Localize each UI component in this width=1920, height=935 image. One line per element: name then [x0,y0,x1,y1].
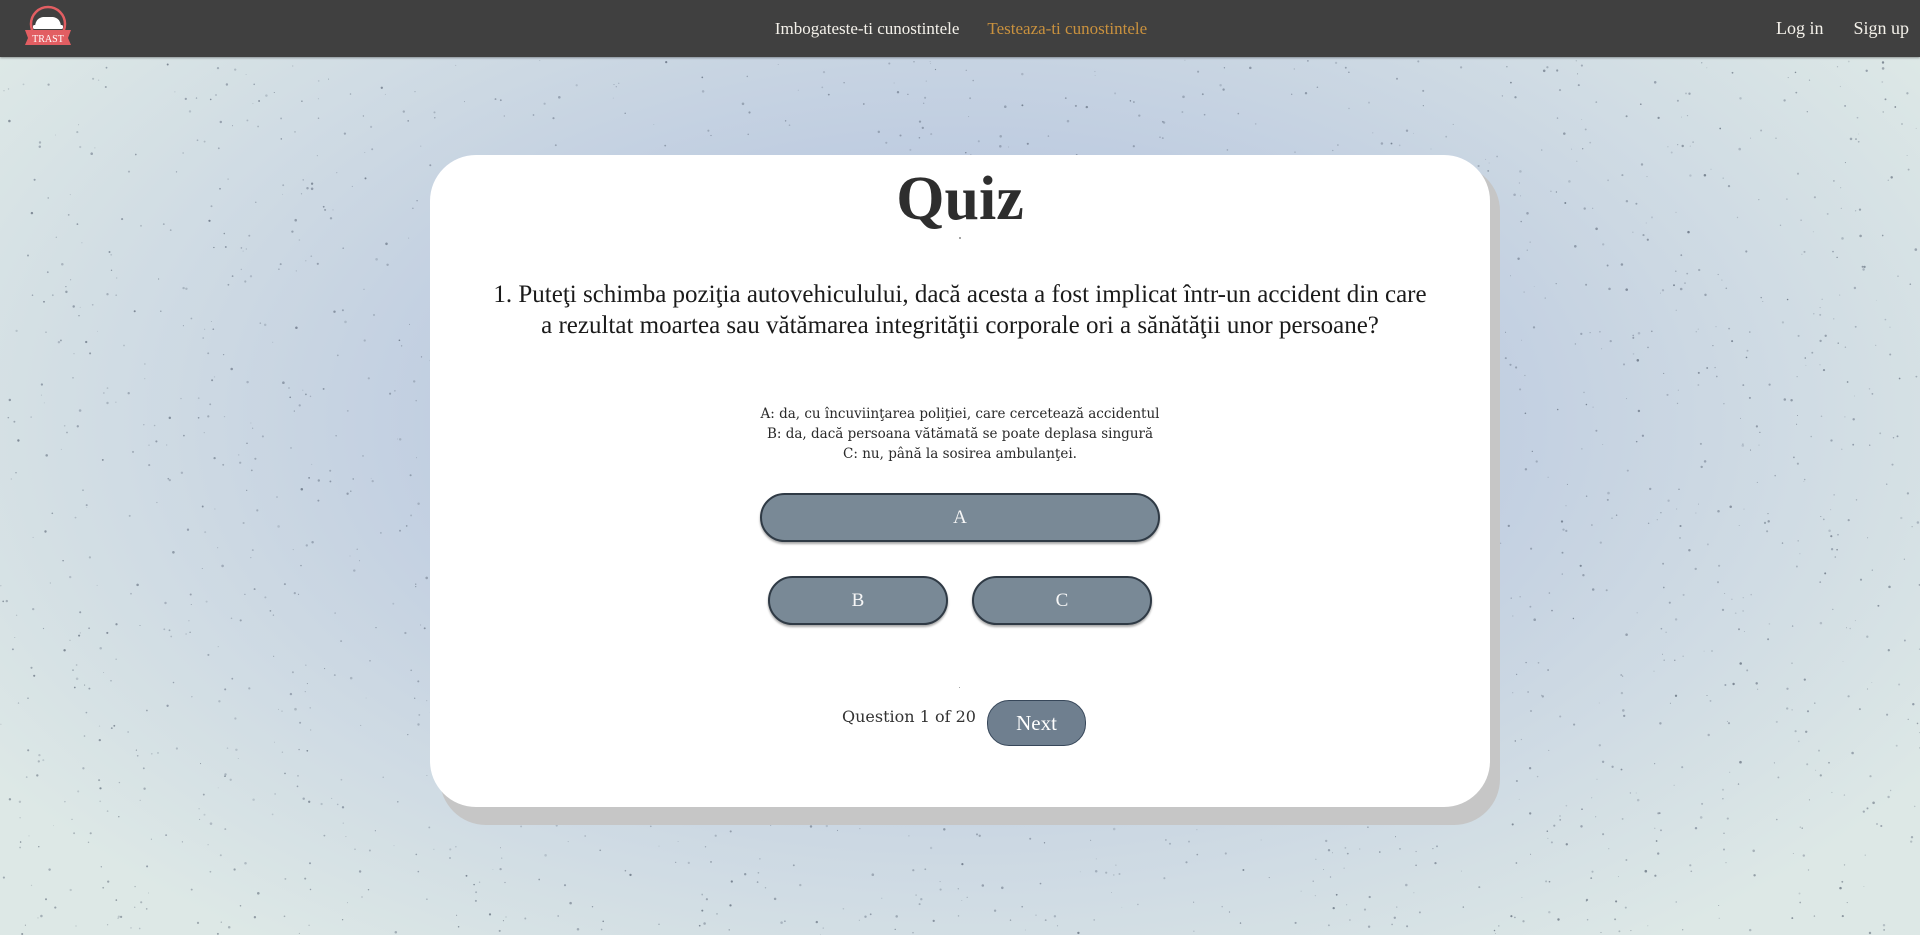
counter-of: of [934,707,951,726]
answer-c-button[interactable]: C [972,576,1152,625]
counter-total: 20 [955,707,976,726]
decorative-dot [959,687,960,688]
counter-current: 1 [919,707,930,726]
answer-b-button[interactable]: B [768,576,948,625]
decorative-dot [959,237,961,239]
option-a-text: A: da, cu încuviinţarea poliţiei, care c… [760,406,1160,422]
signup-link[interactable]: Sign up [1853,18,1909,39]
question-counter: Question 1 of 20 [842,707,976,726]
navbar: TRAST Imbogateste-ti cunostintele Testea… [0,0,1920,57]
quiz-title: Quiz [896,165,1024,233]
next-button[interactable]: Next [987,700,1086,746]
nav-link-test-knowledge[interactable]: Testeaza-ti cunostintele [987,19,1147,39]
question-text: 1. Puteţi schimba poziţia autovehicululu… [493,281,1427,339]
login-link[interactable]: Log in [1776,18,1824,39]
option-c-text: C: nu, până la sosirea ambulanţei. [843,446,1077,462]
nav-link-enrich-knowledge[interactable]: Imbogateste-ti cunostintele [775,19,960,39]
counter-prefix: Question [842,707,915,726]
answer-options-list: A: da, cu încuviinţarea poliţiei, care c… [640,404,1280,464]
option-b-text: B: da, dacă persoana vătămată se poate d… [766,426,1154,442]
answer-a-button[interactable]: A [760,493,1160,542]
